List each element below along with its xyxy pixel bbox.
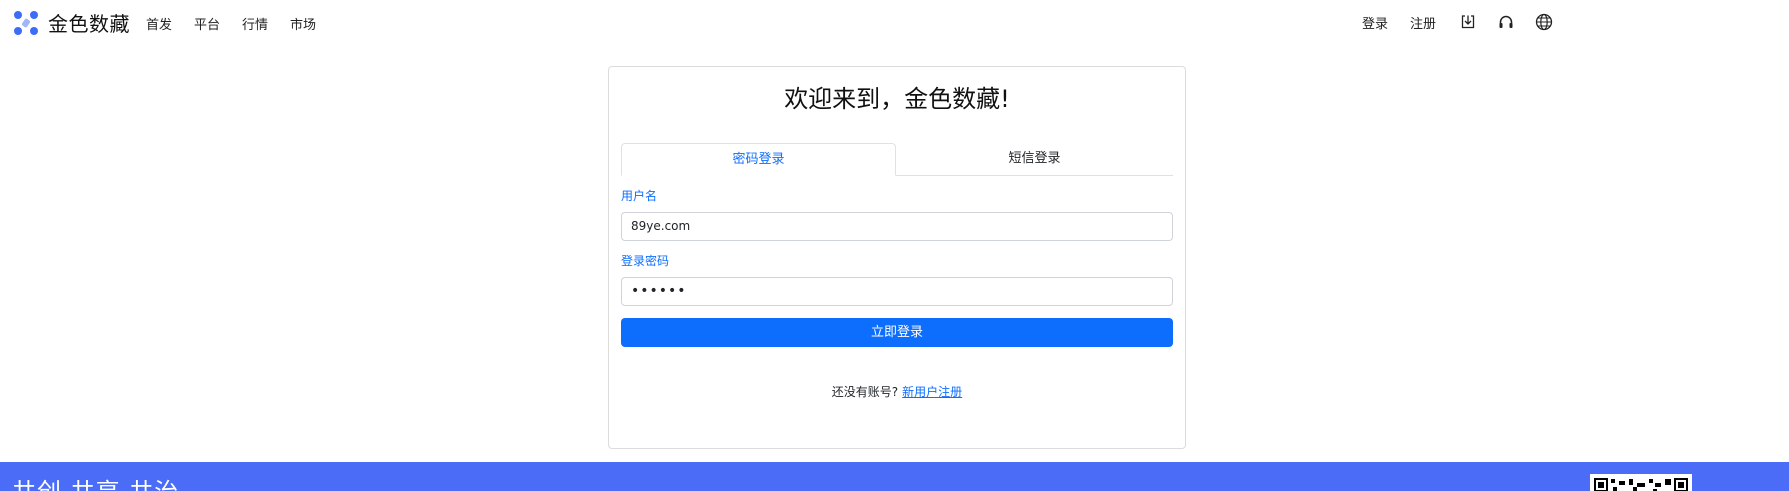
globe-icon[interactable] [1534, 12, 1554, 32]
login-link[interactable]: 登录 [1362, 13, 1388, 32]
footer-slogan: 共创 共享 共治 [12, 472, 179, 491]
register-link[interactable]: 注册 [1410, 13, 1436, 32]
login-card: 欢迎来到，金色数藏! 密码登录 短信登录 用户名 89ye.com 登录密码 •… [608, 66, 1186, 449]
nav-item-first-release[interactable]: 首发 [146, 14, 172, 33]
footer-banner: 共创 共享 共治 [0, 462, 1789, 491]
headset-icon[interactable] [1496, 12, 1516, 32]
main-nav: 首发 平台 行情 市场 [146, 14, 316, 33]
password-input[interactable]: •••••• [621, 277, 1173, 306]
username-label: 用户名 [621, 189, 658, 203]
qr-code-icon [1590, 474, 1692, 491]
download-icon[interactable] [1458, 12, 1478, 32]
new-user-register-link[interactable]: 新用户注册 [902, 385, 962, 399]
register-prompt-row: 还没有账号? 新用户注册 [609, 383, 1185, 400]
nav-item-platform[interactable]: 平台 [194, 14, 220, 33]
login-tabs: 密码登录 短信登录 [621, 143, 1173, 176]
user-nav: 登录 注册 [1362, 12, 1572, 32]
login-submit-button[interactable]: 立即登录 [621, 318, 1173, 347]
register-prompt-text: 还没有账号? [831, 385, 899, 399]
welcome-title: 欢迎来到，金色数藏! [784, 85, 1010, 113]
tab-sms-login[interactable]: 短信登录 [896, 143, 1173, 176]
nav-item-market-quotes[interactable]: 行情 [242, 14, 268, 33]
brand-name[interactable]: 金色数藏 [48, 8, 130, 37]
username-input[interactable]: 89ye.com [621, 212, 1173, 241]
tab-password-login[interactable]: 密码登录 [621, 143, 896, 176]
password-label: 登录密码 [621, 254, 670, 268]
brand-logo-icon[interactable] [12, 9, 40, 37]
nav-item-market[interactable]: 市场 [290, 14, 316, 33]
top-nav: 金色数藏 首发 平台 行情 市场 登录 注册 [0, 0, 1789, 44]
